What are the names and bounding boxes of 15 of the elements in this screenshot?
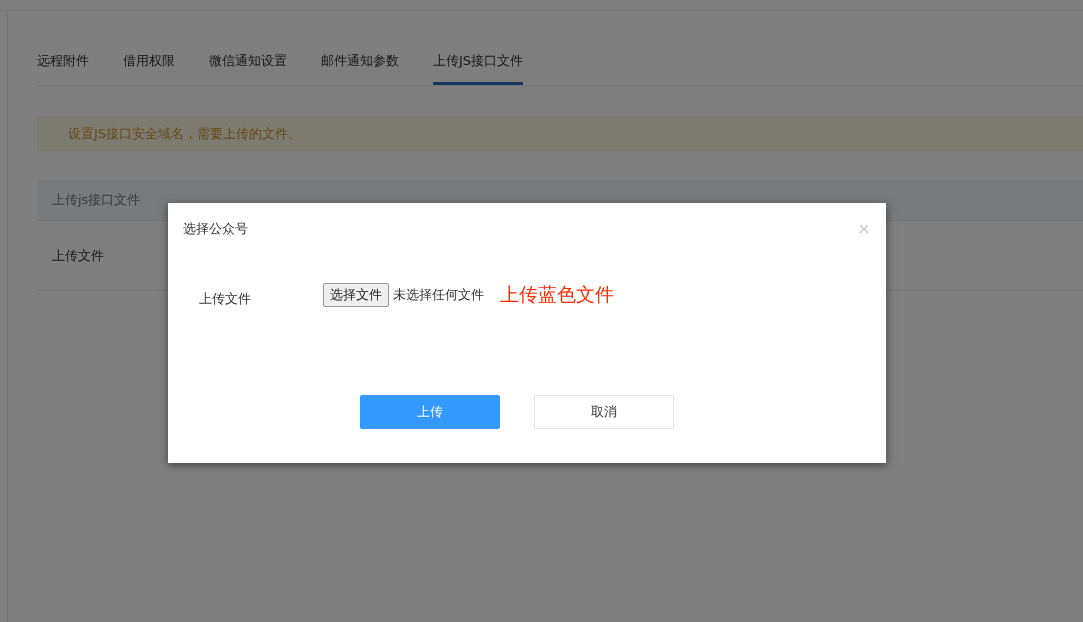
note-text: 上传蓝色文件 <box>500 282 614 307</box>
upload-button[interactable]: 上传 <box>360 395 500 429</box>
field-label: 上传文件 <box>199 290 252 308</box>
choose-file-button[interactable]: 选择文件 <box>323 283 389 307</box>
tab[interactable]: 借用权限 <box>123 50 175 85</box>
tab[interactable]: 远程附件 <box>37 50 89 85</box>
tab[interactable]: 微信通知设置 <box>209 50 287 85</box>
cancel-button[interactable]: 取消 <box>534 395 674 429</box>
tab[interactable]: 上传JS接口文件 <box>433 50 524 85</box>
file-status: 未选择任何文件 <box>393 286 484 304</box>
alert-text: 设置JS接口安全域名，需要上传的文件。 <box>68 125 302 143</box>
dialog-title: 选择公众号 <box>183 220 248 238</box>
tab[interactable]: 邮件通知参数 <box>321 50 399 85</box>
table-cell: 上传文件 <box>52 246 104 265</box>
close-icon[interactable] <box>859 224 869 234</box>
